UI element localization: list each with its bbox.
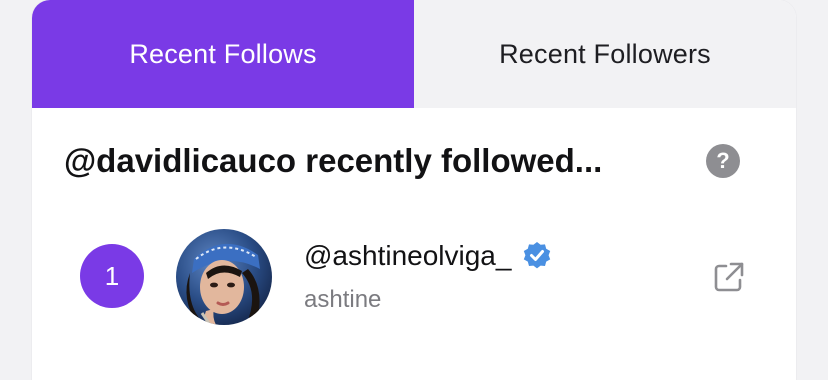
- avatar[interactable]: [176, 229, 272, 325]
- tab-bar: Recent Follows Recent Followers: [32, 0, 796, 108]
- tab-recent-follows[interactable]: Recent Follows: [32, 0, 414, 108]
- rank-badge: 1: [80, 244, 144, 308]
- external-link-icon[interactable]: [712, 260, 746, 294]
- help-icon[interactable]: ?: [706, 144, 740, 178]
- user-handle[interactable]: @ashtineolviga_: [304, 240, 511, 272]
- handle-group: @ashtineolviga_: [304, 240, 553, 272]
- list-item[interactable]: 1 @ashtineolviga_ ashtine: [32, 218, 796, 338]
- recent-follows-card: Recent Follows Recent Followers @davidli…: [32, 0, 796, 380]
- page-title: @davidlicauco recently followed...: [64, 142, 603, 179]
- avatar-image: [176, 229, 272, 325]
- section-header: @davidlicauco recently followed... ?: [32, 108, 796, 218]
- tab-recent-followers[interactable]: Recent Followers: [414, 0, 796, 108]
- verified-badge-icon: [524, 242, 551, 269]
- display-name: ashtine: [304, 286, 382, 313]
